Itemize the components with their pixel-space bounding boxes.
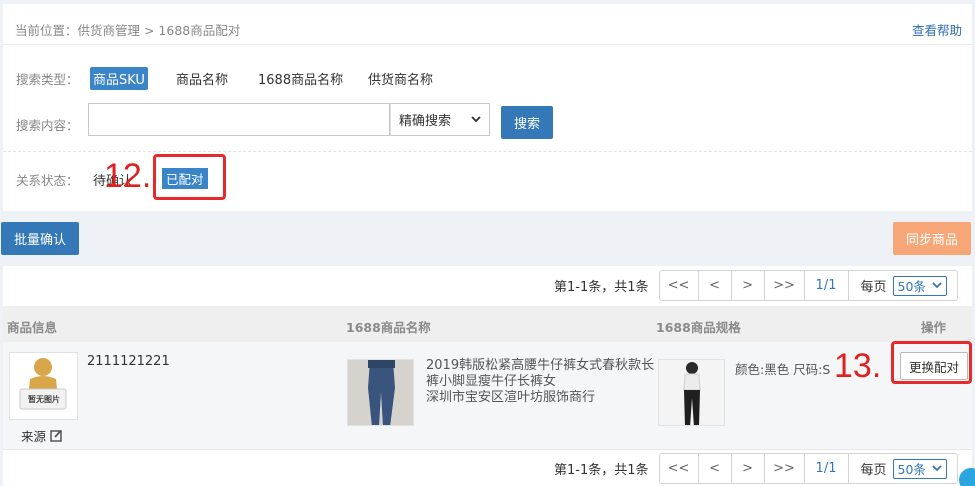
page-first-button[interactable]: <<	[658, 453, 699, 484]
search-input[interactable]	[88, 103, 390, 136]
per-page-value: 50条	[897, 279, 926, 294]
no-image-text: 暂无图片	[28, 395, 60, 404]
search-button[interactable]: 搜索	[501, 106, 553, 139]
col-1688-spec: 1688商品规格	[656, 320, 741, 335]
search-content-label: 搜索内容：	[16, 118, 79, 133]
table-header: 商品信息 1688商品名称 1688商品规格 操作	[3, 306, 972, 342]
product-1688-title[interactable]: 2019韩版松紧高腰牛仔裤女式春秋款长裤小脚显瘦牛仔长裤女	[426, 358, 654, 389]
search-mode-value: 精确搜索	[399, 114, 452, 129]
search-type-product-name[interactable]: 商品名称	[176, 69, 228, 88]
table-row: 暂无图片 来源 2111121221 2019韩版松紧高腰牛仔裤女式春秋款长裤小…	[3, 342, 972, 450]
sync-products-button[interactable]: 同步商品	[893, 222, 971, 255]
page-next-button[interactable]: >	[731, 270, 765, 301]
page-number[interactable]: 1/1	[804, 270, 849, 301]
divider	[3, 151, 972, 152]
source-link[interactable]: 来源	[21, 426, 63, 445]
page-last-button[interactable]: >>	[764, 453, 805, 484]
status-matched[interactable]: 已配对	[162, 168, 208, 189]
breadcrumb-path[interactable]: 供货商管理 > 1688商品配对	[78, 23, 241, 38]
product-1688-image[interactable]	[347, 359, 414, 426]
search-type-1688-name[interactable]: 1688商品名称	[258, 69, 343, 88]
product-sku: 2111121221	[87, 354, 170, 369]
highlight-box-change-pairing	[891, 341, 972, 384]
pagination-top: 第1-1条，共1条 << < > >> 1/1 每页 50条	[554, 270, 958, 301]
per-page-label: 每页	[860, 463, 887, 478]
model-image	[659, 360, 724, 425]
supplier-name[interactable]: 深圳市宝安区渲叶坊服饰商行	[426, 390, 595, 405]
annotation-step-13: 13.	[834, 347, 882, 385]
per-page-select[interactable]: 50条	[892, 458, 947, 479]
page-last-button[interactable]: >>	[764, 270, 805, 301]
person-icon	[19, 358, 67, 410]
divider	[3, 44, 972, 45]
col-1688-name: 1688商品名称	[346, 320, 431, 335]
chevron-down-icon	[932, 282, 942, 289]
product-1688-spec: 颜色:黑色 尺码:S	[735, 362, 831, 377]
search-mode-select[interactable]: 精确搜索	[390, 103, 490, 136]
no-image-placeholder: 暂无图片	[9, 352, 78, 420]
per-page-control: 每页 50条	[848, 270, 958, 301]
per-page-select[interactable]: 50条	[892, 275, 947, 296]
col-action: 操作	[921, 320, 947, 335]
breadcrumb-prefix: 当前位置：	[15, 23, 78, 38]
col-product-info: 商品信息	[7, 320, 58, 335]
table-panel: 第1-1条，共1条 << < > >> 1/1 每页 50条 商品信息 1688…	[3, 266, 972, 486]
pagination-info: 第1-1条，共1条	[554, 463, 649, 478]
pagination-info: 第1-1条，共1条	[554, 280, 649, 295]
per-page-control: 每页 50条	[848, 453, 958, 484]
annotation-step-12: 12.	[104, 157, 152, 195]
search-type-label: 搜索类型：	[16, 72, 79, 87]
pagination-bottom: 第1-1条，共1条 << < > >> 1/1 每页 50条	[554, 453, 958, 484]
product-1688-name[interactable]: 2019韩版松紧高腰牛仔裤女式春秋款长裤小脚显瘦牛仔长裤女 深圳市宝安区渲叶坊服…	[426, 358, 656, 406]
search-type-sku[interactable]: 商品SKU	[90, 67, 148, 90]
help-link[interactable]: 查看帮助	[912, 20, 962, 39]
breadcrumb: 当前位置：供货商管理 > 1688商品配对	[15, 20, 240, 39]
search-type-supplier-name[interactable]: 供货商名称	[368, 69, 433, 88]
page-number[interactable]: 1/1	[804, 453, 849, 484]
chevron-down-icon	[471, 116, 481, 123]
source-label: 来源	[21, 429, 47, 444]
page-next-button[interactable]: >	[731, 453, 765, 484]
edit-icon[interactable]	[50, 429, 63, 442]
spec-image[interactable]	[658, 359, 725, 426]
chat-icon[interactable]	[959, 468, 975, 486]
relation-status-label: 关系状态：	[16, 173, 79, 188]
page-first-button[interactable]: <<	[658, 270, 699, 301]
per-page-value: 50条	[897, 462, 926, 477]
page-prev-button[interactable]: <	[698, 453, 732, 484]
page-prev-button[interactable]: <	[698, 270, 732, 301]
batch-confirm-button[interactable]: 批量确认	[1, 222, 79, 255]
jeans-image	[348, 360, 413, 425]
chevron-down-icon	[932, 465, 942, 472]
per-page-label: 每页	[860, 280, 887, 295]
